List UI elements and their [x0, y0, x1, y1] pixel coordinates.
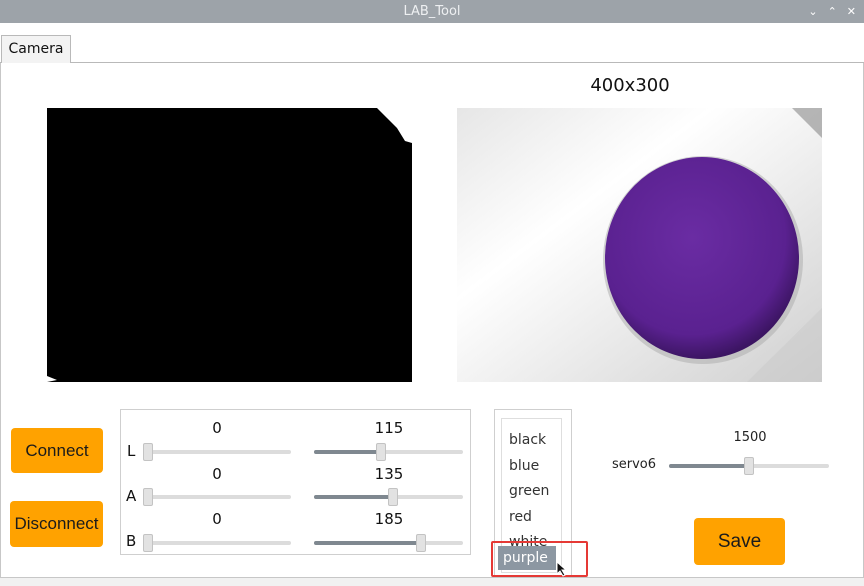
slider-handle[interactable]: [376, 443, 387, 461]
connect-button[interactable]: Connect: [11, 428, 103, 473]
mask-view: [47, 108, 412, 382]
resolution-label: 400x300: [590, 75, 670, 96]
list-item[interactable]: blue: [509, 458, 539, 474]
b-axis-label: B: [126, 532, 137, 550]
camera-image: [457, 108, 822, 382]
l-axis-label: L: [127, 442, 136, 460]
b-min-value: 0: [212, 510, 222, 528]
selection-highlight-box: [491, 541, 588, 577]
l-min-slider[interactable]: [143, 443, 291, 461]
l-max-slider[interactable]: [314, 443, 463, 461]
a-max-slider[interactable]: [314, 488, 463, 506]
l-min-value: 0: [212, 419, 222, 437]
tab-camera[interactable]: Camera: [1, 35, 71, 64]
slider-fill: [314, 495, 393, 499]
a-min-value: 0: [212, 465, 222, 483]
b-max-slider[interactable]: [314, 534, 463, 552]
a-axis-label: A: [126, 487, 137, 505]
tab-bar: Camera: [0, 23, 864, 64]
window-titlebar: LAB_Tool ⌄ ⌃ ✕: [0, 0, 864, 23]
disconnect-button[interactable]: Disconnect: [10, 501, 103, 547]
minimize-icon[interactable]: ⌄: [808, 0, 817, 23]
slider-fill: [669, 464, 749, 468]
maximize-icon[interactable]: ⌃: [828, 0, 837, 23]
lab-threshold-panel: 0 115 L 0 135 A 0 185 B: [120, 409, 471, 555]
slider-handle[interactable]: [143, 534, 153, 552]
slider-fill: [314, 541, 422, 545]
servo-slider[interactable]: [669, 457, 829, 475]
l-max-value: 115: [374, 419, 404, 437]
servo-value: 1500: [733, 430, 767, 445]
window-title: LAB_Tool: [403, 4, 461, 19]
b-max-value: 185: [374, 510, 404, 528]
status-bar: [0, 577, 864, 586]
list-item[interactable]: green: [509, 483, 549, 499]
slider-handle[interactable]: [143, 488, 153, 506]
slider-handle[interactable]: [744, 457, 754, 475]
slider-handle[interactable]: [387, 488, 398, 506]
slider-handle[interactable]: [143, 443, 153, 461]
list-item[interactable]: red: [509, 509, 532, 525]
slider-fill: [314, 450, 382, 454]
list-item[interactable]: black: [509, 432, 546, 448]
window-controls: ⌄ ⌃ ✕: [808, 0, 856, 23]
slider-handle[interactable]: [416, 534, 427, 552]
mask-image: [47, 108, 412, 382]
mouse-cursor-icon: [556, 561, 568, 577]
servo-label: servo6: [612, 457, 657, 472]
close-icon[interactable]: ✕: [847, 0, 856, 23]
save-button[interactable]: Save: [694, 518, 785, 565]
a-max-value: 135: [374, 465, 404, 483]
camera-preview: [457, 108, 822, 382]
a-min-slider[interactable]: [143, 488, 291, 506]
b-min-slider[interactable]: [143, 534, 291, 552]
